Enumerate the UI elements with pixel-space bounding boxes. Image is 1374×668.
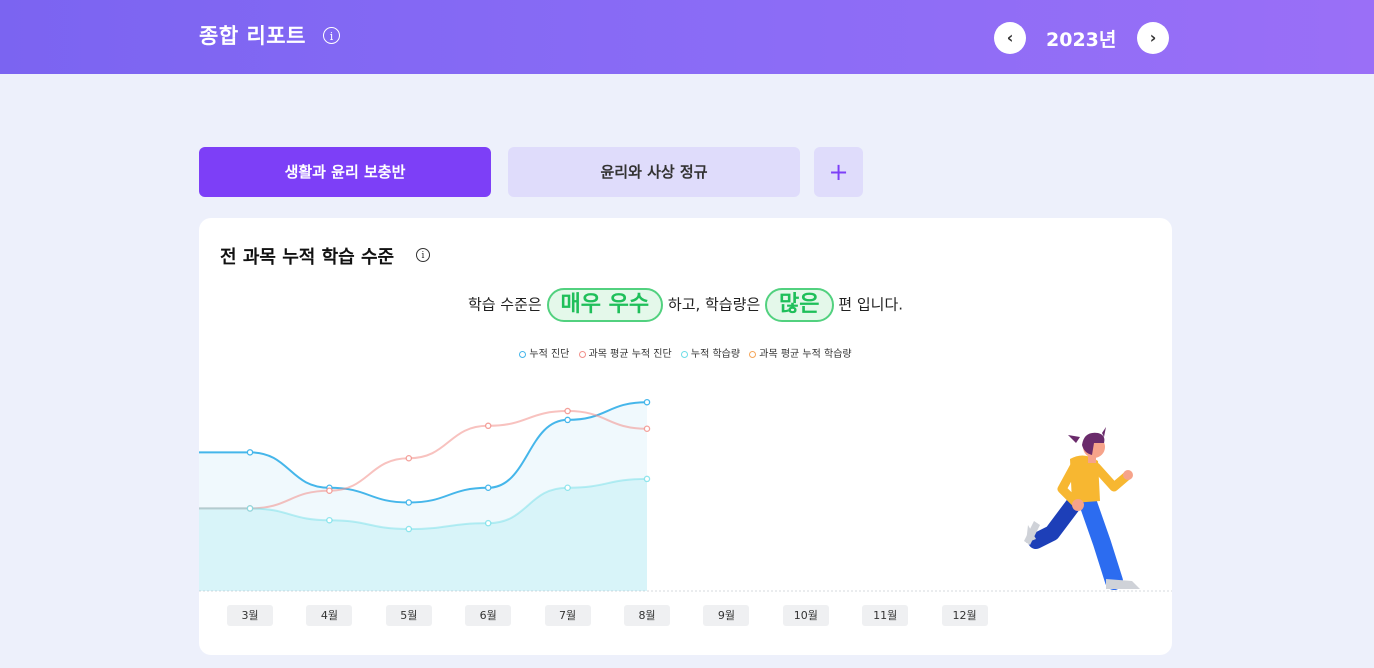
month-label[interactable]: 3월 bbox=[227, 605, 273, 626]
info-icon[interactable]: i bbox=[323, 27, 340, 44]
data-point[interactable] bbox=[326, 487, 333, 494]
tab-class-2[interactable]: 윤리와 사상 정규 bbox=[508, 147, 800, 197]
month-label[interactable]: 8월 bbox=[624, 605, 670, 626]
page-title: 종합 리포트 bbox=[199, 24, 306, 48]
month-axis: 3월 4월 5월 6월 7월 8월 9월 10월 11월 12월 bbox=[199, 605, 1172, 627]
data-point[interactable] bbox=[246, 505, 254, 512]
running-girl-illustration bbox=[1024, 427, 1140, 590]
month-label[interactable]: 9월 bbox=[703, 605, 750, 626]
month-label[interactable]: 5월 bbox=[385, 605, 432, 626]
data-point[interactable] bbox=[405, 499, 413, 506]
data-point[interactable] bbox=[326, 516, 333, 524]
next-year-button[interactable]: › bbox=[1137, 22, 1169, 54]
data-point[interactable] bbox=[564, 416, 571, 424]
chevron-left-icon: ‹ bbox=[1006, 28, 1014, 47]
month-label[interactable]: 6월 bbox=[465, 605, 512, 626]
month-label[interactable]: 11월 bbox=[862, 605, 909, 626]
month-label[interactable]: 12월 bbox=[941, 605, 988, 626]
chevron-right-icon: › bbox=[1149, 28, 1157, 47]
data-point[interactable] bbox=[484, 519, 492, 527]
data-point[interactable] bbox=[484, 422, 492, 430]
month-label[interactable]: 7월 bbox=[544, 605, 591, 626]
data-point[interactable] bbox=[484, 484, 492, 491]
data-point[interactable] bbox=[643, 475, 651, 483]
data-point[interactable] bbox=[564, 407, 571, 415]
month-label[interactable]: 4월 bbox=[306, 605, 353, 626]
header-bar: 종합 리포트 i ‹ 2023년 › bbox=[0, 0, 1374, 74]
data-point[interactable] bbox=[405, 525, 413, 533]
report-card: 전 과목 누적 학습 수준 i 학습 수준은 매우 우수 하고, 학습량은 많은… bbox=[199, 218, 1172, 655]
data-point[interactable] bbox=[405, 454, 413, 462]
data-point[interactable] bbox=[564, 484, 571, 491]
data-point[interactable] bbox=[643, 398, 651, 406]
data-point[interactable] bbox=[246, 449, 254, 456]
prev-year-button[interactable]: ‹ bbox=[994, 22, 1026, 54]
year-label: 2023년 bbox=[1046, 29, 1117, 51]
add-tab-button[interactable]: + bbox=[814, 147, 863, 197]
month-label[interactable]: 10월 bbox=[782, 605, 829, 626]
data-point[interactable] bbox=[643, 425, 651, 432]
tab-class-1[interactable]: 생활과 윤리 보충반 bbox=[199, 147, 491, 197]
